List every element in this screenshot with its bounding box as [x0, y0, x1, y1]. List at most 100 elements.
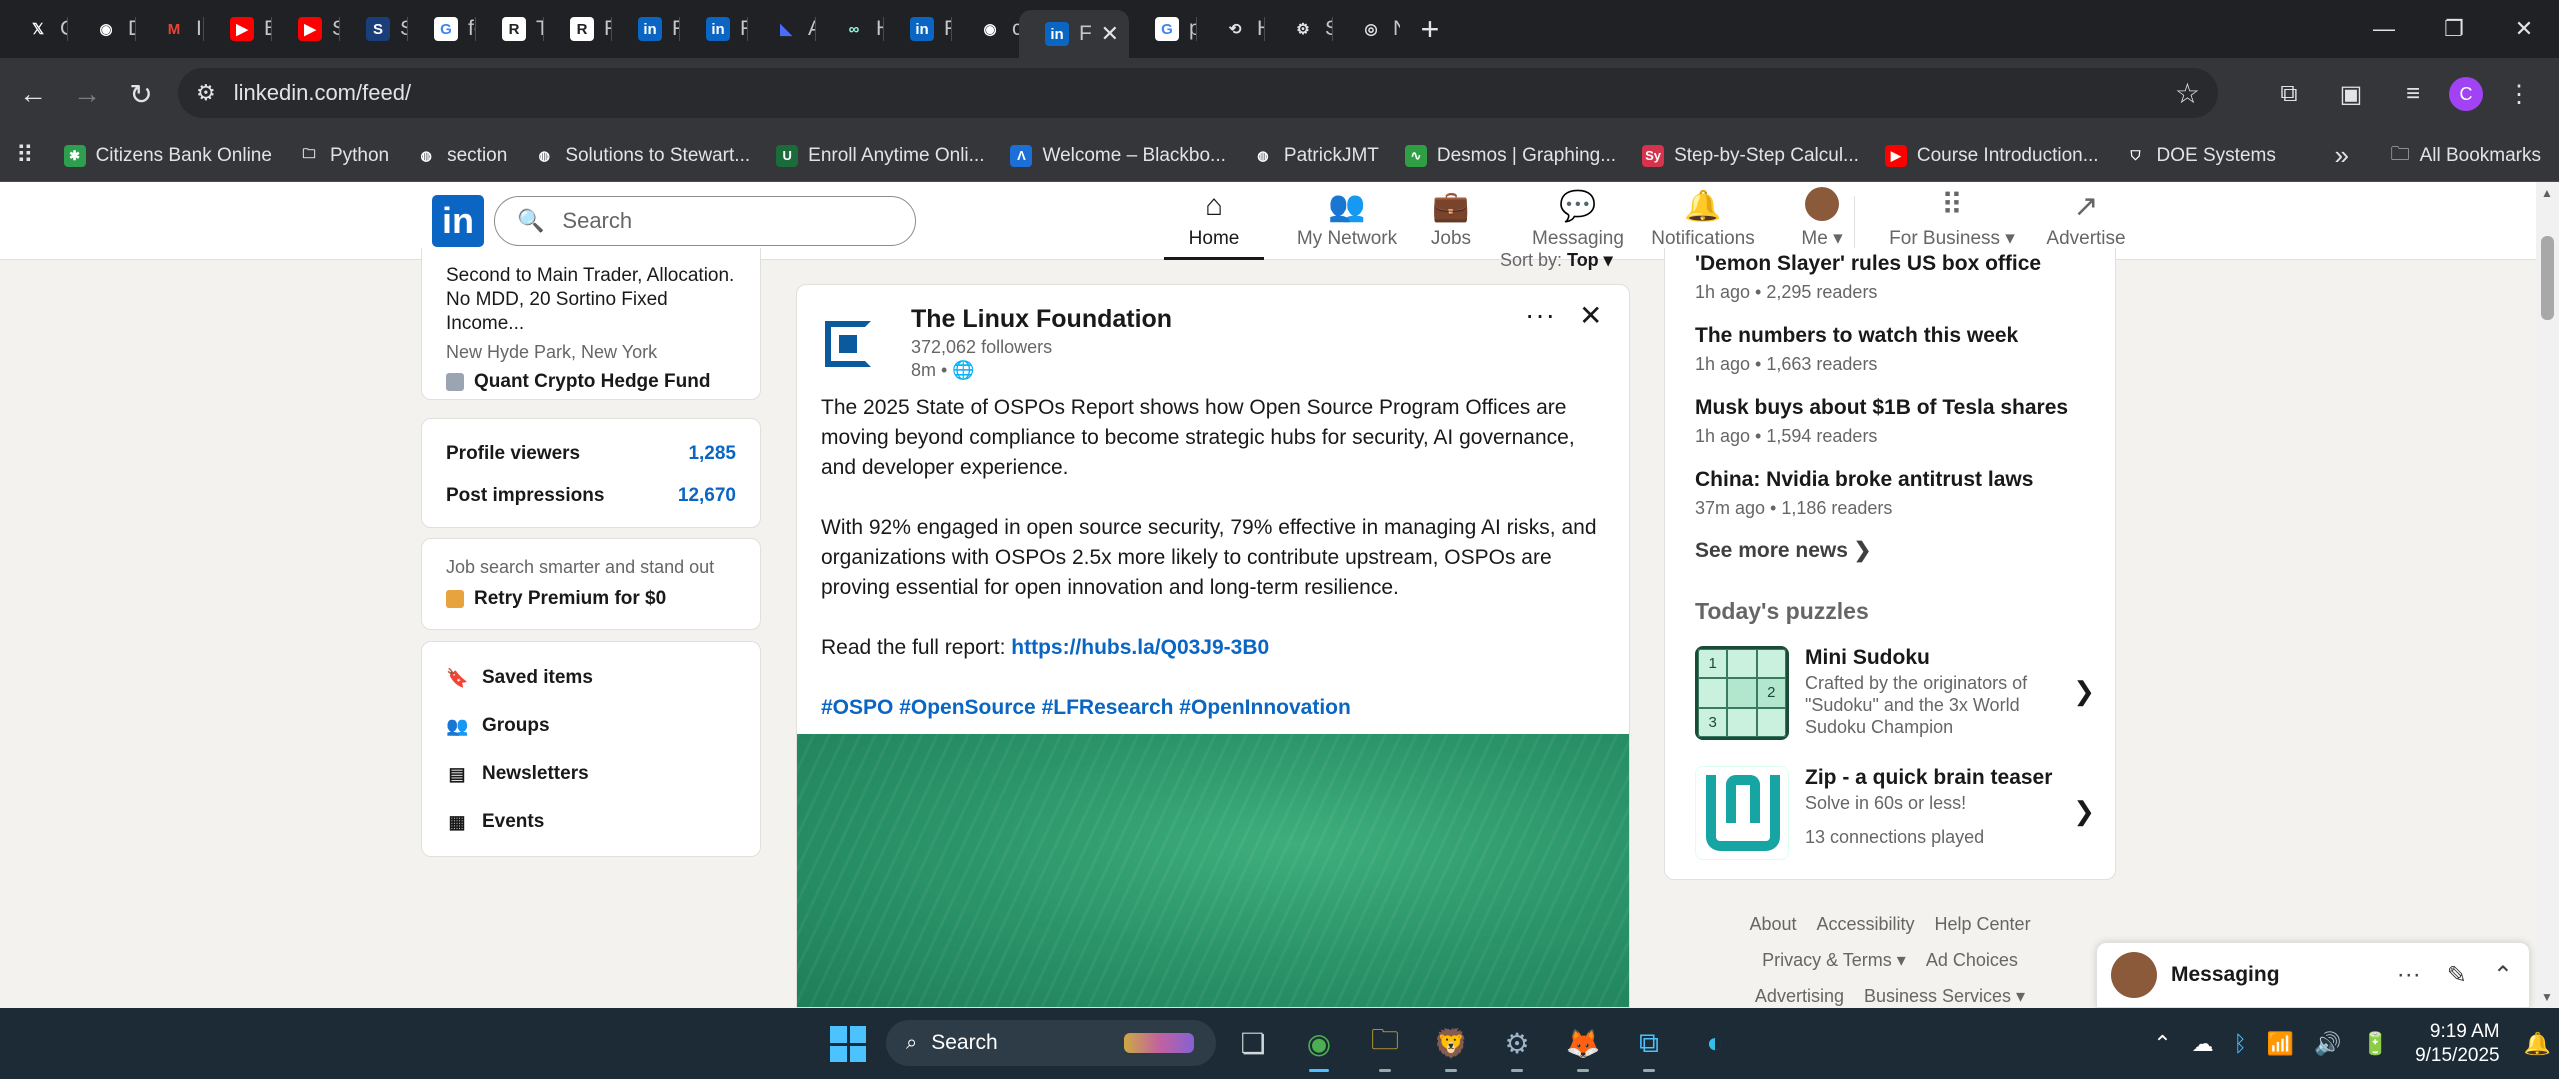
- footer-link[interactable]: Ad Choices: [1926, 950, 2018, 970]
- news-item[interactable]: Musk buys about $1B of Tesla shares 1h ag…: [1695, 396, 2068, 447]
- settings-icon[interactable]: ⚙: [1494, 1020, 1540, 1072]
- footer-link[interactable]: Accessibility: [1816, 914, 1914, 934]
- linkedin-logo[interactable]: in: [432, 195, 484, 247]
- browser-tab[interactable]: ▶ Steve: [272, 0, 339, 58]
- close-tab-icon[interactable]: ✕: [1101, 21, 1119, 47]
- all-bookmarks-button[interactable]: 🗀 All Bookmarks: [2391, 140, 2541, 172]
- browser-tab[interactable]: R The F: [476, 0, 543, 58]
- bookmark-item[interactable]: ▶ Course Introduction...: [1884, 144, 2099, 167]
- page-scrollbar[interactable]: ▲ ▼: [2536, 182, 2559, 1008]
- news-item[interactable]: The numbers to watch this week 1h ago • 1…: [1695, 324, 2018, 375]
- linkedin-search[interactable]: 🔍: [494, 196, 916, 246]
- bookmark-item[interactable]: ◍ PatrickJMT: [1251, 144, 1379, 167]
- browser-tab[interactable]: in Feed: [884, 0, 951, 58]
- nav-home[interactable]: ⌂ Home: [1164, 182, 1264, 260]
- browser-tab[interactable]: ◉ Depe: [68, 0, 135, 58]
- bookmark-item[interactable]: ⛉ DOE Systems: [2124, 144, 2276, 167]
- footer-link[interactable]: About: [1749, 914, 1796, 934]
- minimize-button[interactable]: —: [2349, 0, 2419, 58]
- restore-button[interactable]: ❐: [2419, 0, 2489, 58]
- stat-post-impressions[interactable]: Post impressions 12,670: [446, 475, 736, 517]
- edge-icon[interactable]: ◐: [1692, 1020, 1738, 1066]
- search-input[interactable]: [562, 208, 863, 234]
- clock[interactable]: 9:19 AM 9/15/2025: [2415, 1020, 2500, 1068]
- address-bar[interactable]: ⚙ linkedin.com/feed/ ☆: [178, 68, 2218, 118]
- compose-icon[interactable]: ✎: [2447, 961, 2467, 990]
- scroll-down-arrow-icon[interactable]: ▼: [2541, 990, 2553, 1004]
- browser-tab[interactable]: ◉ calvi: [952, 0, 1019, 58]
- browser-tab[interactable]: ◣ Alter: [748, 0, 815, 58]
- profile-headline[interactable]: Second to Main Trader, Allocation. No MD…: [446, 264, 736, 336]
- bookmark-item[interactable]: ◍ section: [415, 144, 507, 167]
- bookmark-item[interactable]: Λ Welcome – Blackbo...: [1010, 144, 1226, 167]
- premium-cta[interactable]: Retry Premium for $0: [446, 588, 736, 610]
- see-more-news-button[interactable]: See more news ❯: [1695, 538, 1871, 563]
- bookmark-item[interactable]: 🗀 Python: [297, 144, 389, 167]
- nav-people[interactable]: 👥 My Network: [1282, 182, 1412, 260]
- bookmark-star-icon[interactable]: ☆: [2175, 77, 2200, 110]
- shortcut-groups[interactable]: 👥 Groups: [446, 702, 736, 750]
- browser-tab[interactable]: S Searc: [340, 0, 407, 58]
- footer-link[interactable]: Advertising: [1755, 986, 1844, 1006]
- post-image[interactable]: [797, 734, 1629, 1007]
- nav-chat[interactable]: 💬 Messaging: [1518, 182, 1638, 260]
- battery-icon[interactable]: 🔋: [2362, 1031, 2389, 1057]
- taskbar-search[interactable]: ⌕ Search: [886, 1020, 1216, 1066]
- news-item[interactable]: China: Nvidia broke antitrust laws 37m ag…: [1695, 468, 2033, 519]
- site-info-icon[interactable]: ⚙: [196, 80, 216, 106]
- browser-tab[interactable]: 𝕏 Calvi: [0, 0, 67, 58]
- post-hashtags[interactable]: #OSPO #OpenSource #LFResearch #OpenInnov…: [821, 693, 1611, 723]
- wifi-icon[interactable]: 📶: [2267, 1031, 2294, 1057]
- puzzle-zip[interactable]: Zip - a quick brain teaser Solve in 60s …: [1695, 766, 2105, 860]
- bookmark-item[interactable]: ✱ Citizens Bank Online: [63, 144, 272, 167]
- close-window-button[interactable]: ✕: [2489, 0, 2559, 58]
- bookmark-item[interactable]: ◍ Solutions to Stewart...: [533, 144, 750, 167]
- bookmark-item[interactable]: ∿ Desmos | Graphing...: [1404, 144, 1616, 167]
- browser-tab[interactable]: R Resea: [544, 0, 611, 58]
- post-author[interactable]: The Linux Foundation: [911, 305, 1172, 334]
- chrome-icon[interactable]: ◉: [1296, 1020, 1342, 1072]
- new-tab-button[interactable]: +: [1400, 11, 1460, 48]
- scrollbar-thumb[interactable]: [2541, 236, 2554, 320]
- sort-by-dropdown[interactable]: Sort by: Top ▾: [1500, 250, 1613, 271]
- report-link[interactable]: https://hubs.la/Q03J9-3B0: [1011, 636, 1269, 659]
- url-text[interactable]: linkedin.com/feed/: [234, 80, 411, 106]
- linux-foundation-logo[interactable]: [819, 315, 877, 373]
- puzzle-mini-sudoku[interactable]: 123 Mini Sudoku Crafted by the originato…: [1695, 646, 2105, 740]
- forward-button[interactable]: →: [60, 67, 114, 121]
- browser-tab[interactable]: ⟲ Histo: [1197, 0, 1264, 58]
- file-explorer-icon[interactable]: 🗀: [1362, 1020, 1408, 1072]
- browser-tab[interactable]: ∞ Hype: [816, 0, 883, 58]
- chevron-up-icon[interactable]: ⌃: [2493, 961, 2513, 990]
- start-button[interactable]: [830, 1026, 866, 1062]
- notification-bell-icon[interactable]: 🔔: [2524, 1031, 2551, 1057]
- back-button[interactable]: ←: [6, 67, 60, 121]
- extensions-icon[interactable]: ⧉: [2263, 68, 2315, 120]
- post-dismiss-button[interactable]: ✕: [1579, 299, 1602, 332]
- profile-org[interactable]: Quant Crypto Hedge Fund: [446, 371, 736, 393]
- browser-tab[interactable]: in F ✕: [1019, 10, 1129, 58]
- messaging-overlay[interactable]: Messaging ··· ✎ ⌃: [2096, 942, 2530, 1008]
- more-icon[interactable]: ···: [2397, 961, 2421, 990]
- profile-avatar[interactable]: C: [2449, 77, 2483, 111]
- onedrive-icon[interactable]: ☁: [2192, 1031, 2214, 1057]
- browser-tab[interactable]: in Feed: [612, 0, 679, 58]
- bluetooth-icon[interactable]: ᛒ: [2234, 1031, 2247, 1057]
- browser-tab[interactable]: Gpolyr: [1129, 0, 1196, 58]
- footer-link[interactable]: Help Center: [1935, 914, 2031, 934]
- brave-icon[interactable]: 🦁: [1428, 1020, 1474, 1072]
- apps-grid-icon[interactable]: ⠿: [16, 141, 34, 170]
- shortcut-newsletters[interactable]: ▤ Newsletters: [446, 750, 736, 798]
- task-view-icon[interactable]: ❏: [1230, 1020, 1276, 1066]
- bookmark-item[interactable]: U Enroll Anytime Onli...: [776, 144, 984, 167]
- shortcut-events[interactable]: ▦ Events: [446, 798, 736, 846]
- nav-briefcase[interactable]: 💼 Jobs: [1416, 182, 1486, 260]
- footer-link[interactable]: Business Services ▾: [1864, 986, 2025, 1006]
- footer-link[interactable]: Privacy & Terms ▾: [1762, 950, 1906, 970]
- scroll-up-arrow-icon[interactable]: ▲: [2541, 186, 2553, 200]
- browser-tab[interactable]: ⚙ Settir: [1265, 0, 1332, 58]
- reload-button[interactable]: ↻: [114, 67, 168, 121]
- news-item[interactable]: 'Demon Slayer' rules US box office 1h ago…: [1695, 252, 2041, 303]
- bookmark-item[interactable]: Sy Step-by-Step Calcul...: [1642, 144, 1859, 167]
- stat-profile-viewers[interactable]: Profile viewers 1,285: [446, 433, 736, 475]
